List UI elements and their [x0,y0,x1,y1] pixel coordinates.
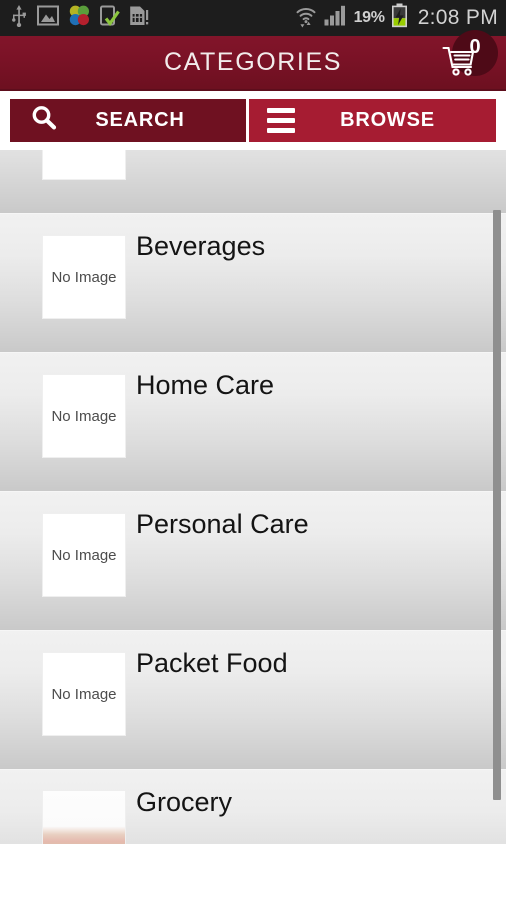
app-header: CATEGORIES 0 [0,30,506,91]
category-thumbnail: No Image [42,513,126,597]
no-image-label: No Image [51,268,117,286]
status-bar-left-icons [10,4,149,32]
page-title: CATEGORIES [163,48,343,76]
tab-browse-label: BROWSE [340,109,435,131]
image-download-icon [37,5,59,31]
list-item[interactable]: No Image Packet Food [0,631,506,770]
list-item[interactable]: No Image Personal Care [0,492,506,631]
tab-search-label: SEARCH [95,109,185,131]
no-image-label: No Image [51,546,117,564]
signal-bars-icon [324,5,348,31]
status-bar: 19% 2:08 PM [0,0,506,36]
category-title: Packet Food [136,648,288,678]
list-item[interactable]: No Image Home Care [0,353,506,492]
no-image-label: No Image [51,407,117,425]
list-item[interactable]: No Image [0,150,506,214]
no-image-label: No Image [51,685,117,703]
category-thumbnail: No Image [42,235,126,319]
battery-charging-icon [391,3,408,33]
device-checkmark-icon [100,5,120,32]
list-item[interactable]: No Image Beverages [0,214,506,353]
category-title: Personal Care [136,509,309,539]
category-thumbnail: No Image [42,652,126,736]
category-title: Home Care [136,370,275,400]
status-bar-right-icons: 19% 2:08 PM [294,3,498,33]
category-list[interactable]: No Image No Image Beverages No Image Hom… [0,150,506,844]
tab-search[interactable]: SEARCH [10,99,246,142]
tab-bar: SEARCH BROWSE [0,91,506,150]
category-thumbnail: No Image [42,150,126,180]
hamburger-menu-icon [267,108,295,133]
cart-button[interactable]: 0 [442,30,498,91]
category-thumbnail [42,791,126,844]
battery-percent-label: 19% [353,9,385,26]
search-icon [30,104,58,137]
tab-browse[interactable]: BROWSE [249,99,496,142]
photos-flower-icon [68,5,91,32]
list-item[interactable]: Grocery [0,770,506,844]
category-title: Grocery [136,787,233,817]
sim-card-alert-icon [129,5,149,32]
usb-icon [10,4,28,32]
shopping-cart-icon [442,45,478,82]
wifi-transfer-icon [294,4,318,33]
category-thumbnail: No Image [42,374,126,458]
category-title: Beverages [136,231,266,261]
list-scrollbar[interactable] [493,210,501,800]
category-photo [43,791,125,844]
status-bar-clock: 2:08 PM [417,6,498,29]
